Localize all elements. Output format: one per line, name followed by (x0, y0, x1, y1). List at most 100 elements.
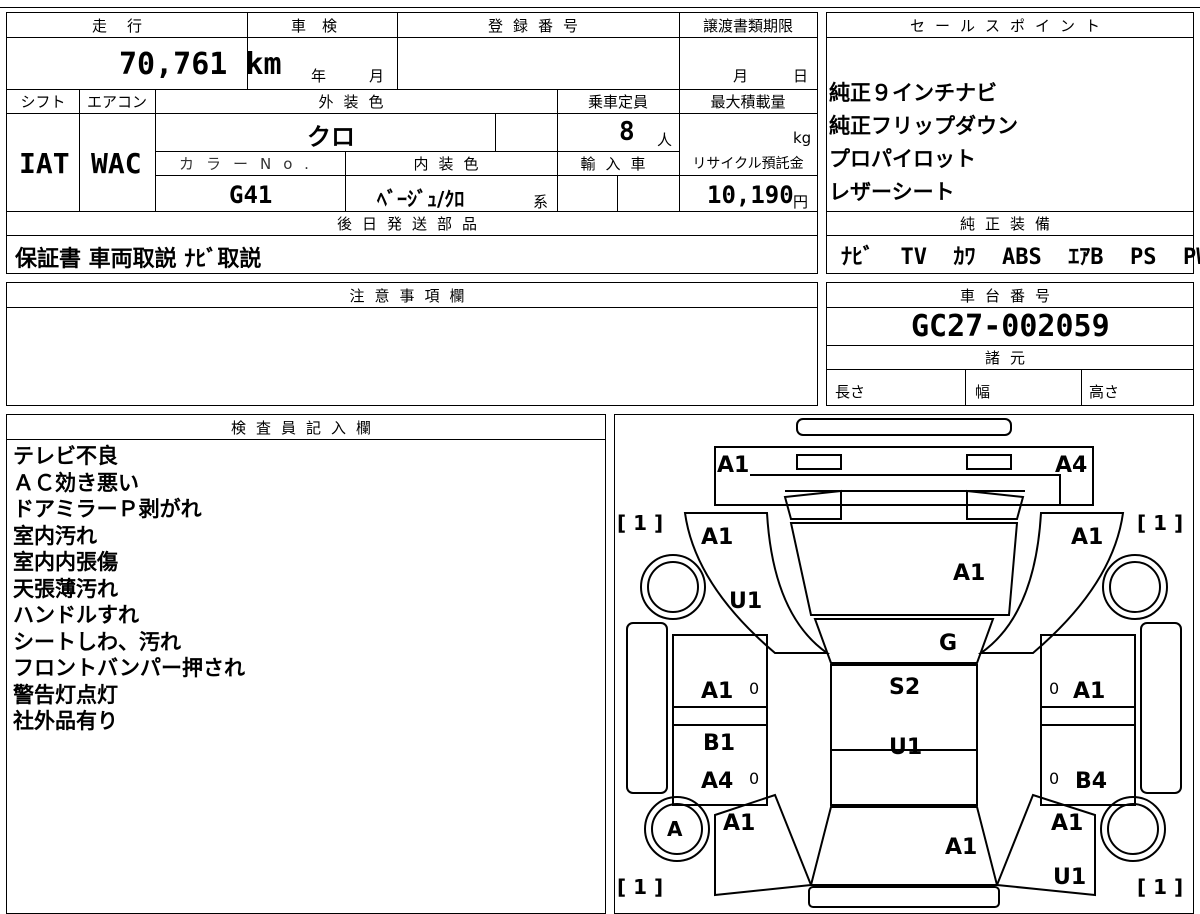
exterior-color-value: クロ (307, 123, 355, 151)
import-label: 輸入車 (580, 155, 656, 173)
inspector-note: 室内汚れ (13, 523, 97, 548)
inspector-notes: テレビ不良 ＡＣ効き悪い ドアミラーＰ剥がれ 室内汚れ 室内内張傷 天張薄汚れ … (13, 443, 245, 735)
equipment-item: PS (1130, 245, 1157, 270)
equipment-list: ﾅﾋﾞ TV ｶﾜ ABS ｴｱB PS PW (841, 239, 1200, 271)
damage-code-front-right: A4 (1055, 453, 1088, 478)
width-label: 幅 (975, 383, 991, 401)
interior-color-value: ﾍﾞｰｼﾞｭ/ｸﾛ (377, 187, 465, 211)
inspector-label: 検査員記入欄 (230, 419, 381, 437)
later-parts-value: 保証書 車両取説 ﾅﾋﾞ取説 (15, 247, 262, 272)
equipment-item: TV (900, 245, 928, 270)
damage-code-rear-hatch: A1 (945, 835, 978, 860)
inspector-note: シートしわ、汚れ (13, 629, 181, 654)
damage-code-roof: S2 (889, 675, 921, 700)
inspection-year: 年 (311, 67, 327, 85)
inspector-note: ＡＣ効き悪い (13, 470, 139, 495)
recycle-value: 10,190 (707, 181, 794, 209)
equipment-item: ﾅﾋﾞ (841, 245, 875, 270)
inspector-note: 警告灯点灯 (13, 682, 118, 707)
zero-mark-fr: 0 (1049, 679, 1060, 698)
shift-label: シフト (20, 93, 66, 111)
mileage-label: 走行 (91, 17, 162, 35)
later-parts-label: 後日発送部品 (336, 215, 487, 233)
height-label: 高さ (1089, 383, 1120, 401)
dimensions-label: 諸元 (984, 349, 1035, 367)
damage-code-door-rl-lower: A4 (701, 769, 734, 794)
aircon-label: エアコン (86, 93, 147, 111)
damage-code-front-left: A1 (717, 453, 750, 478)
sales-point: 純正フリップダウン (829, 114, 1018, 138)
sales-point: プロパイロット (829, 147, 976, 171)
equipment-item: ABS (1002, 245, 1042, 270)
inspection-month: 月 (369, 67, 385, 85)
capacity-label: 乗車定員 (587, 93, 648, 111)
inspector-note: 室内内張傷 (13, 550, 118, 574)
inspector-note: ハンドルすれ (13, 603, 139, 627)
sales-points-list: 純正９インチナビ 純正フリップダウン プロパイロット レザーシート (829, 77, 1018, 209)
equipment-item: ｶﾜ (953, 245, 976, 270)
tire-count-front-left: [ 1 ] (617, 511, 664, 535)
registration-label: 登録番号 (487, 17, 588, 35)
inspector-box: 検査員記入欄 テレビ不良 ＡＣ効き悪い ドアミラーＰ剥がれ 室内汚れ 室内内張傷… (6, 414, 606, 914)
deadline-month: 月 (733, 67, 749, 85)
recycle-unit: 円 (793, 193, 809, 211)
max-load-label: 最大積載量 (710, 93, 786, 111)
chassis-number: GC27-002059 (911, 309, 1110, 344)
damage-code-windshield: G (939, 631, 958, 656)
top-strip (0, 0, 1200, 8)
interior-suffix: 系 (533, 193, 549, 211)
inspector-note: テレビ不良 (13, 444, 118, 468)
inspector-note: 社外品有り (13, 709, 118, 733)
damage-code-fender-left-lower: U1 (729, 589, 763, 614)
sales-point: レザーシート (829, 180, 955, 204)
caution-label: 注意事項欄 (349, 287, 475, 305)
aircon-value: WAC (91, 147, 142, 180)
caution-box: 注意事項欄 (6, 282, 818, 406)
zero-mark-rr: 0 (1049, 769, 1060, 788)
damage-code-fender-left: A1 (701, 525, 734, 550)
damage-code-tire-rear-left: A (667, 817, 683, 841)
tire-count-rear-left: [ 1 ] (617, 875, 664, 899)
tire-count-rear-right: [ 1 ] (1137, 875, 1184, 899)
inspector-note: 天張薄汚れ (13, 576, 118, 601)
chassis-box: 車台番号 GC27-002059 諸元 長さ 幅 高さ (826, 282, 1194, 406)
sales-point: 純正９インチナビ (829, 81, 997, 105)
damage-code-door-rr: B4 (1075, 769, 1108, 794)
damage-code-quarter-right: A1 (1051, 811, 1084, 836)
color-no-label: カラーNo. (179, 155, 321, 173)
damage-code-door-fr: A1 (1073, 679, 1106, 704)
damage-code-roof-rear: U1 (889, 735, 923, 760)
sales-points-label: セールスポイント (909, 17, 1110, 35)
inspection-label: 車検 (290, 17, 353, 35)
damage-code-door-fl: A1 (701, 679, 734, 704)
sales-points-box: セールスポイント 純正９インチナビ 純正フリップダウン プロパイロット レザーシ… (826, 12, 1200, 274)
zero-mark-rl: 0 (749, 769, 760, 788)
damage-code-quarter-left: A1 (723, 811, 756, 836)
car-diagram-box: A1 A4 A1 A1 A1 U1 G S2 U1 A1 A1 B1 A4 B4… (614, 414, 1194, 914)
damage-code-quarter-right-lower: U1 (1053, 865, 1087, 890)
damage-code-door-rl-upper: B1 (703, 731, 736, 756)
zero-mark-fl: 0 (749, 679, 760, 698)
damage-code-hood: A1 (953, 561, 986, 586)
deadline-day: 日 (793, 67, 809, 85)
exterior-color-label: 外装色 (318, 93, 394, 111)
inspector-note: ドアミラーＰ剥がれ (13, 497, 202, 521)
car-outline (626, 418, 1182, 908)
color-no-value: G41 (229, 181, 273, 209)
equipment-item: ｴｱB (1068, 245, 1104, 270)
equipment-item: PW (1183, 245, 1200, 270)
tire-count-front-right: [ 1 ] (1137, 511, 1184, 535)
recycle-label: リサイクル預託金 (692, 156, 804, 172)
length-label: 長さ (835, 383, 866, 401)
chassis-label: 車台番号 (959, 287, 1060, 305)
interior-color-label: 内装色 (413, 155, 489, 173)
vehicle-info-table: 走行 車検 登録番号 譲渡書類期限 70,761 km 年 月 月 日 シフト … (6, 12, 818, 274)
inspector-note: フロントバンパー押され (13, 656, 246, 680)
transfer-deadline-label: 譲渡書類期限 (702, 17, 793, 35)
shift-value: IAT (19, 147, 70, 180)
equipment-label: 純正装備 (959, 215, 1060, 233)
max-load-unit: kg (793, 129, 812, 147)
damage-code-fender-right: A1 (1071, 525, 1104, 550)
mileage-value: 70,761 km (119, 47, 282, 82)
capacity-value: 8 (619, 117, 635, 147)
